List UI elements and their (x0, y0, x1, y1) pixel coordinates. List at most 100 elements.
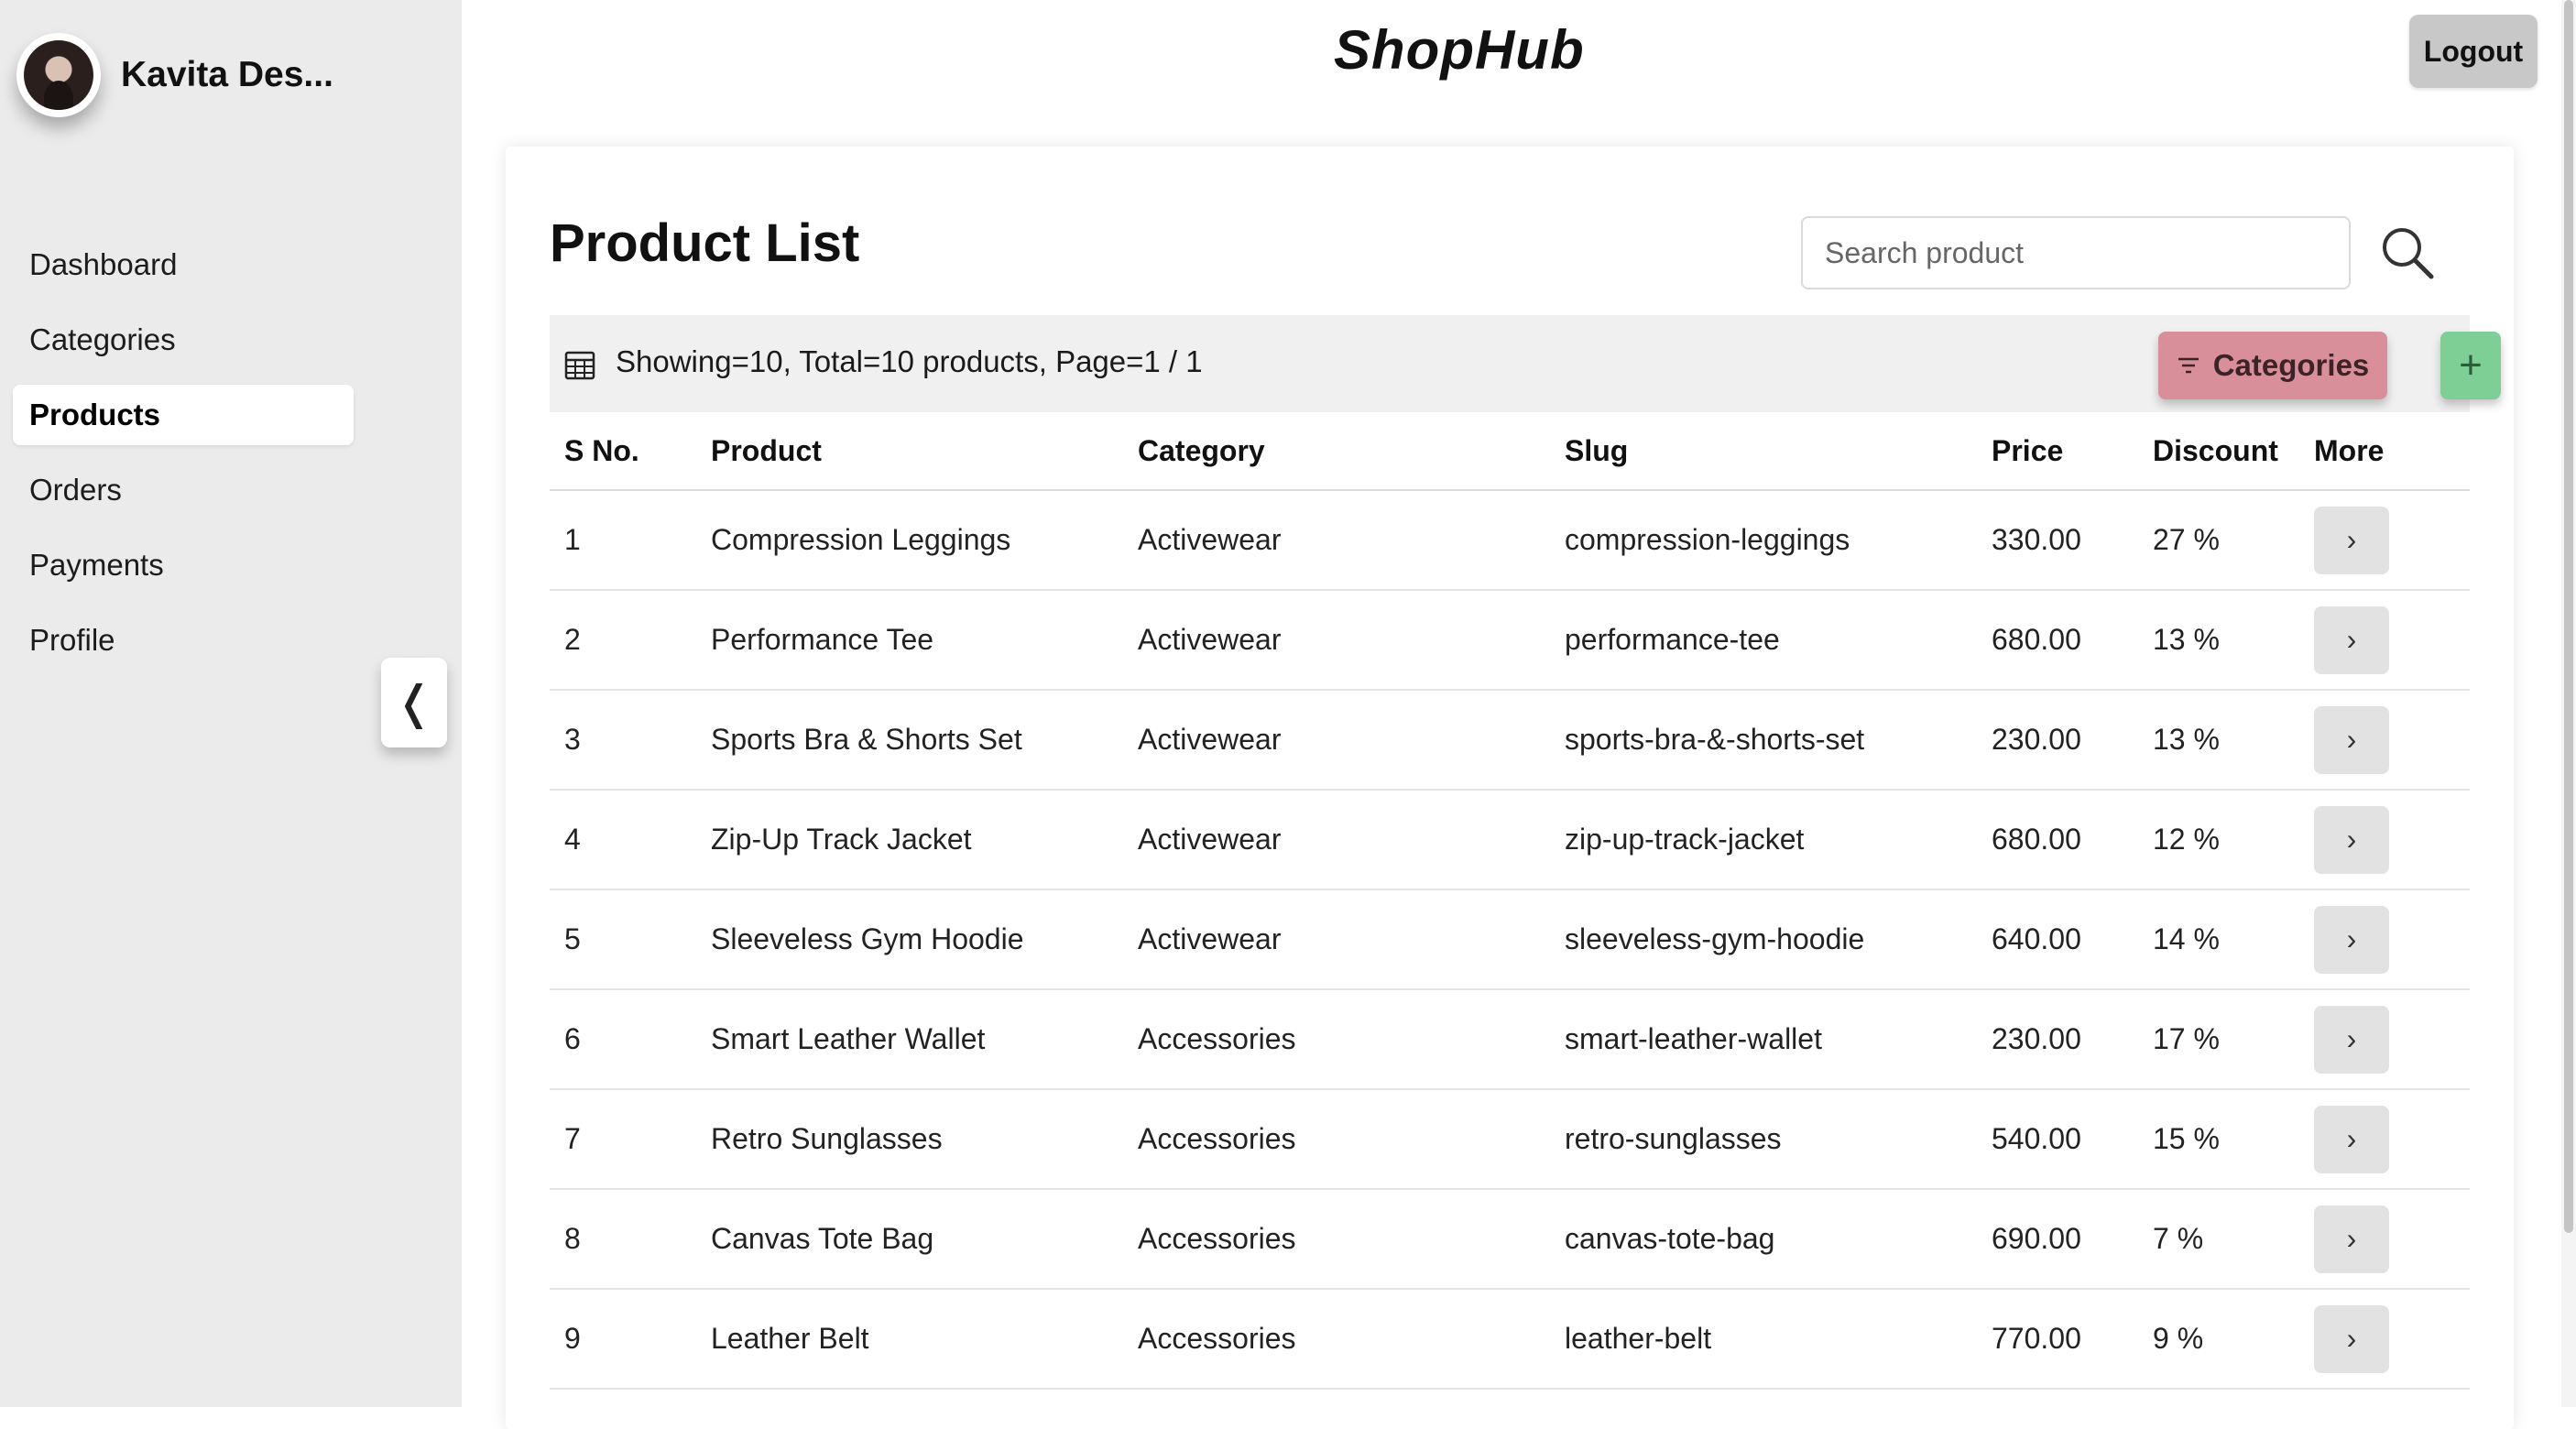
search-icon[interactable] (2378, 224, 2437, 282)
sidebar-nav: Dashboard Categories Products Orders Payment… (13, 235, 354, 685)
row-details-button[interactable]: › (2314, 1205, 2389, 1273)
row-details-button[interactable]: › (2314, 1304, 2389, 1373)
sidebar-item-payments[interactable]: Payments (13, 535, 354, 595)
collapse-sidebar-button[interactable]: ❬ (381, 658, 447, 747)
search-input[interactable] (1801, 216, 2351, 289)
cell-sno: 6 (564, 1022, 581, 1055)
row-details-button[interactable]: › (2314, 1005, 2389, 1074)
cell-more: › (2314, 705, 2470, 774)
cell-discount: 13 % (2153, 723, 2220, 756)
cell-slug: sports-bra-&-shorts-set (1565, 723, 1865, 756)
cell-more: › (2314, 1205, 2470, 1273)
categories-filter-button[interactable]: Categories (2158, 332, 2387, 399)
table-row: 3 Sports Bra & Shorts Set Activewear sports… (550, 691, 2470, 791)
cell-category: Accessories (1138, 1222, 1296, 1255)
cell-price: 330.00 (1992, 523, 2081, 556)
chevron-left-icon: ❬ (395, 677, 433, 728)
cell-discount: 15 % (2153, 1122, 2220, 1155)
sidebar-item-orders[interactable]: Orders (13, 460, 354, 520)
sidebar-item-profile[interactable]: Profile (13, 610, 354, 671)
cell-slug: performance-tee (1565, 623, 1780, 656)
cell-price: 680.00 (1992, 823, 2081, 856)
table-row: 2 Performance Tee Activewear performance-te… (550, 591, 2470, 691)
cell-category: Activewear (1138, 922, 1282, 955)
cell-sno: 9 (564, 1322, 581, 1355)
row-details-button[interactable]: › (2314, 805, 2389, 874)
column-header-discount: Discount (2153, 433, 2278, 467)
column-header-price: Price (1992, 433, 2064, 467)
table-row: 1 Compression Leggings Activewear compressi… (550, 491, 2470, 591)
cell-product: Canvas Tote Bag (711, 1222, 934, 1255)
cell-product: Compression Leggings (711, 523, 1011, 556)
row-details-button[interactable]: › (2314, 905, 2389, 974)
cell-slug: zip-up-track-jacket (1565, 823, 1805, 856)
page-scrollbar[interactable] (2561, 0, 2576, 1407)
cell-discount: 17 % (2153, 1022, 2220, 1055)
column-header-product: Product (711, 433, 822, 467)
cell-discount: 12 % (2153, 823, 2220, 856)
sidebar-item-products[interactable]: Products (13, 385, 354, 445)
avatar-photo (24, 40, 93, 110)
cell-sno: 1 (564, 523, 581, 556)
cell-discount: 13 % (2153, 623, 2220, 656)
cell-price: 230.00 (1992, 723, 2081, 756)
table-row: 4 Zip-Up Track Jacket Activewear zip-up-tra… (550, 791, 2470, 890)
row-details-button[interactable]: › (2314, 1105, 2389, 1173)
categories-filter-label: Categories (2212, 348, 2370, 382)
page-title: Product List (550, 213, 860, 273)
cell-category: Accessories (1138, 1022, 1296, 1055)
table-body: 1 Compression Leggings Activewear compressi… (550, 491, 2470, 1390)
cell-sno: 8 (564, 1222, 581, 1255)
row-details-button[interactable]: › (2314, 605, 2389, 674)
cell-slug: retro-sunglasses (1565, 1122, 1782, 1155)
cell-more: › (2314, 1304, 2470, 1373)
table-row: 5 Sleeveless Gym Hoodie Activewear sleevele… (550, 890, 2470, 990)
plus-icon: + (2459, 343, 2483, 387)
cell-price: 540.00 (1992, 1122, 2081, 1155)
cell-price: 690.00 (1992, 1222, 2081, 1255)
column-header-s-no: S No. (564, 433, 639, 467)
avatar[interactable] (16, 33, 101, 117)
cell-product: Sleeveless Gym Hoodie (711, 922, 1024, 955)
row-details-button[interactable]: › (2314, 705, 2389, 774)
cell-sno: 5 (564, 922, 581, 955)
cell-price: 680.00 (1992, 623, 2081, 656)
filter-icon (2178, 357, 2199, 374)
cell-sno: 3 (564, 723, 581, 756)
cell-price: 230.00 (1992, 1022, 2081, 1055)
cell-discount: 14 % (2153, 922, 2220, 955)
cell-slug: compression-leggings (1565, 523, 1850, 556)
user-name: Kavita Des... (121, 55, 333, 94)
cell-more: › (2314, 905, 2470, 974)
cell-price: 770.00 (1992, 1322, 2081, 1355)
chevron-right-icon: › (2346, 1122, 2357, 1155)
product-table: S No. Product Category Slug Price Discount Mor… (550, 412, 2470, 1390)
cell-discount: 27 % (2153, 523, 2220, 556)
logout-button[interactable]: Logout (2409, 15, 2538, 88)
sidebar-item-categories[interactable]: Categories (13, 310, 354, 370)
row-details-button[interactable]: › (2314, 506, 2389, 574)
user-profile[interactable]: Kavita Des... (16, 33, 333, 117)
cell-category: Activewear (1138, 723, 1282, 756)
cell-price: 640.00 (1992, 922, 2081, 955)
scrollbar-thumb[interactable] (2564, 0, 2573, 1233)
column-header-category: Category (1138, 433, 1265, 467)
table-row: 9 Leather Belt Accessories leather-belt 770.… (550, 1290, 2470, 1390)
pagination-summary: Showing=10, Total=10 products, Page=1 / … (616, 344, 1203, 378)
cell-more: › (2314, 605, 2470, 674)
cell-product: Smart Leather Wallet (711, 1022, 986, 1055)
cell-more: › (2314, 1005, 2470, 1074)
chevron-right-icon: › (2346, 922, 2357, 955)
sidebar-item-dashboard[interactable]: Dashboard (13, 235, 354, 295)
chevron-right-icon: › (2346, 1322, 2357, 1355)
column-header-more: More (2314, 433, 2385, 467)
cell-more: › (2314, 1105, 2470, 1173)
cell-discount: 9 % (2153, 1322, 2204, 1355)
cell-product: Zip-Up Track Jacket (711, 823, 972, 856)
add-product-button[interactable]: + (2440, 332, 2501, 399)
product-list-card: Product List Showing=10, Total=10 produc… (506, 147, 2514, 1429)
cell-product: Sports Bra & Shorts Set (711, 723, 1022, 756)
chevron-right-icon: › (2346, 1022, 2357, 1055)
cell-category: Accessories (1138, 1322, 1296, 1355)
cell-product: Performance Tee (711, 623, 934, 656)
